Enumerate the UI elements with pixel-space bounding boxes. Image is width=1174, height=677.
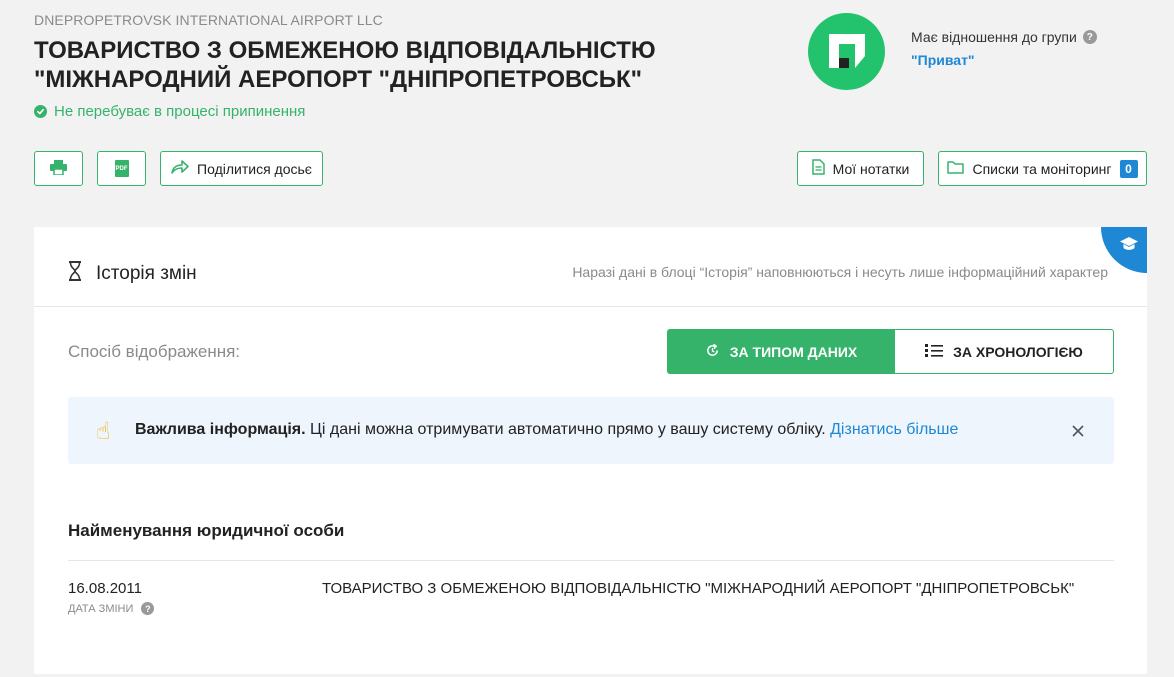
pdf-button[interactable]: PDF xyxy=(97,151,146,186)
print-button[interactable] xyxy=(34,151,83,186)
info-text: Важлива інформація. Ці дані можна отриму… xyxy=(135,421,958,439)
list-icon xyxy=(925,343,944,361)
company-title-line-1: ТОВАРИСТВО З ОБМЕЖЕНОЮ ВІДПОВІДАЛЬНІСТЮ xyxy=(34,37,656,64)
divider xyxy=(68,560,1114,561)
status-text: Не перебуває в процесі припинення xyxy=(54,103,306,120)
close-icon[interactable] xyxy=(1072,424,1084,442)
tab-by-chronology-label: ЗА ХРОНОЛОГІЄЮ xyxy=(953,343,1083,360)
change-date-label-row: Дата зміни ? xyxy=(68,602,155,615)
pdf-icon: PDF xyxy=(114,160,129,177)
my-notes-label: Мої нотатки xyxy=(832,160,910,177)
share-dossier-label: Поділитися досьє xyxy=(197,160,312,177)
privat-logo xyxy=(808,13,885,90)
display-mode-toggle: ЗА ТИПОМ ДАНИХ ЗА ХРОНОЛОГІЄЮ xyxy=(667,329,1114,374)
folder-icon xyxy=(947,160,965,177)
help-icon[interactable]: ? xyxy=(141,602,155,615)
check-icon xyxy=(34,105,47,118)
my-notes-button[interactable]: Мої нотатки xyxy=(797,151,924,186)
hourglass-icon xyxy=(68,261,82,287)
group-label: Має відношення до групи xyxy=(911,29,1077,45)
printer-icon xyxy=(50,159,67,178)
learn-more-link[interactable]: Дізнатись більше xyxy=(830,421,958,438)
history-note: Наразі дані в блоці “Історія” наповнюють… xyxy=(572,264,1108,280)
tab-by-data-type-label: ЗА ТИПОМ ДАНИХ xyxy=(729,343,858,360)
tab-by-chronology[interactable]: ЗА ХРОНОЛОГІЄЮ xyxy=(895,329,1114,374)
hand-pointing-icon: ☝ xyxy=(96,418,111,445)
history-title: Історія змін xyxy=(68,261,197,287)
notes-icon xyxy=(811,159,825,178)
company-title-line-2: "МІЖНАРОДНИЙ АЕРОПОРТ "ДНІПРОПЕТРОВСЬК" xyxy=(34,66,643,93)
tab-by-data-type[interactable]: ЗА ТИПОМ ДАНИХ xyxy=(667,329,895,374)
important-info-banner: ☝ Важлива інформація. Ці дані можна отри… xyxy=(68,397,1114,464)
history-title-text: Історія змін xyxy=(96,263,197,284)
help-icon[interactable]: ? xyxy=(1082,30,1097,44)
company-title: ТОВАРИСТВО З ОБМЕЖЕНОЮ ВІДПОВІДАЛЬНІСТЮ … xyxy=(34,36,734,94)
section-title: Найменування юридичної особи xyxy=(68,521,345,540)
share-icon xyxy=(171,160,189,177)
company-status: Не перебуває в процесі припинення xyxy=(34,103,305,120)
info-bold: Важлива інформація. xyxy=(135,421,306,438)
refresh-icon xyxy=(705,343,720,361)
company-english-name: DNEPROPETROVSK INTERNATIONAL AIRPORT LLC xyxy=(34,12,383,28)
change-date-label: Дата зміни xyxy=(68,602,134,615)
history-card: Історія змін Наразі дані в блоці “Історі… xyxy=(34,227,1147,674)
change-value: ТОВАРИСТВО З ОБМЕЖЕНОЮ ВІДПОВІДАЛЬНІСТЮ … xyxy=(322,580,1075,597)
history-header: Історія змін Наразі дані в блоці “Історі… xyxy=(34,227,1147,307)
group-link[interactable]: "Приват" xyxy=(911,52,1097,68)
display-mode-label: Спосіб відображення: xyxy=(68,342,241,361)
group-block: Має відношення до групи ? "Приват" xyxy=(911,29,1097,68)
lists-monitoring-label: Списки та моніторинг xyxy=(972,160,1112,177)
pdf-icon-label: PDF xyxy=(115,165,128,172)
info-body: Ці дані можна отримувати автоматично пря… xyxy=(305,421,831,438)
lists-count-badge: 0 xyxy=(1119,159,1138,178)
share-dossier-button[interactable]: Поділитися досьє xyxy=(160,151,323,186)
lists-monitoring-button[interactable]: Списки та моніторинг 0 xyxy=(938,151,1147,186)
change-date: 16.08.2011 xyxy=(68,580,142,597)
